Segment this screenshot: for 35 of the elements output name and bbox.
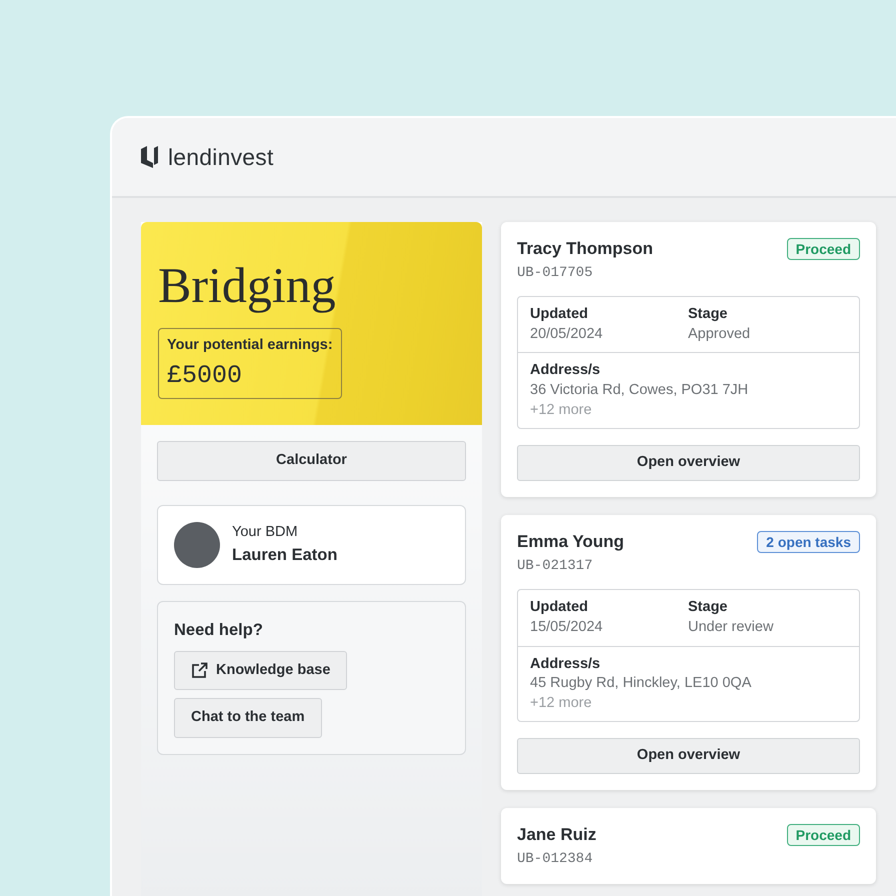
field-value: 20/05/2024 [530,324,604,344]
earnings-label: Your potential earnings: [167,336,333,355]
open-overview-button[interactable]: Open overview [517,445,860,482]
case-reference: UB-021317 [517,557,594,576]
client-name: Emma Young [517,531,624,554]
field-label: Stage [688,598,728,618]
open-overview-button[interactable]: Open overview [517,738,860,774]
client-name: Jane Ruiz [517,824,596,846]
field-value: 45 Rugby Rd, Hinckley, LE10 0QA [530,674,752,694]
logo-icon [140,145,160,169]
help-button[interactable]: Chat to the team [174,698,322,738]
case-reference: UB-017705 [517,264,594,282]
field-label: Address/s [530,361,602,380]
bdm-caption: Your BDM [232,522,299,542]
calculator-button[interactable]: Calculator [157,441,466,481]
status-tag: 2 open tasks [757,531,860,554]
earnings-value: £5000 [167,360,244,392]
avatar [174,522,220,568]
case-reference: UB-012384 [517,850,594,868]
bdm-name: Lauren Eaton [232,545,338,566]
field-value: Under review [688,618,774,637]
logo-text: lendinvest [168,142,274,172]
status-tag: Proceed [786,824,860,846]
field-value: 36 Victoria Rd, Cowes, PO31 7JH [530,380,750,400]
field-label: Updated [530,305,589,324]
field-label: Stage [688,305,728,324]
field-label: Address/s [530,654,602,674]
field-value: 15/05/2024 [530,618,604,637]
external-link-icon [191,662,208,679]
field-value: Approved [688,324,750,344]
status-tag: Proceed [786,238,860,260]
field-label: Updated [530,598,589,618]
knowledge-base-button[interactable]: Knowledge base [174,650,348,690]
help-title: Need help? [174,620,264,641]
client-name: Tracy Thompson [517,238,654,260]
